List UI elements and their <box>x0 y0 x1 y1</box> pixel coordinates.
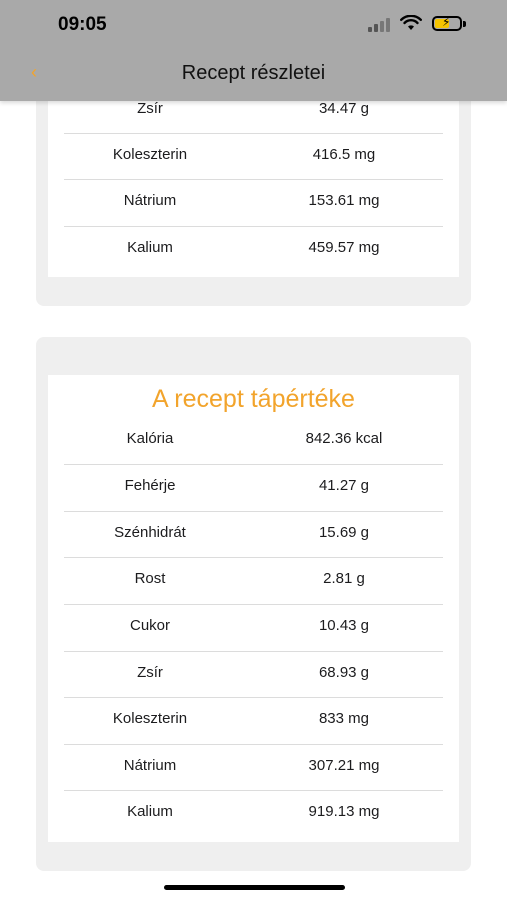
nutrient-row: Nátrium 307.21 mg <box>64 744 443 790</box>
nutrient-name: Zsír <box>137 664 163 681</box>
nutrient-value: 153.61 mg <box>308 192 380 209</box>
nutrient-row: Cukor 10.43 g <box>64 604 443 650</box>
wifi-icon <box>400 15 422 30</box>
nutrient-row: Nátrium 153.61 mg <box>64 179 443 225</box>
nutrient-value: 842.36 kcal <box>305 430 383 447</box>
nutrient-value: 15.69 g <box>318 524 370 541</box>
nutrient-value: 307.21 mg <box>308 757 380 774</box>
nutrient-row: Kalium 919.13 mg <box>64 790 443 836</box>
nutrient-name: Nátrium <box>123 192 177 209</box>
nutrient-name: Zsír <box>137 100 163 117</box>
nutrient-name: Nátrium <box>123 757 177 774</box>
nutrient-row: Koleszterin 833 mg <box>64 697 443 743</box>
nutrient-row: Rost 2.81 g <box>64 557 443 603</box>
nutrient-value: 68.93 g <box>318 664 370 681</box>
nutrient-value: 34.47 g <box>318 100 370 117</box>
nutrient-value: 459.57 mg <box>308 239 380 256</box>
nutrient-row: Kalória 842.36 kcal <box>64 417 443 463</box>
nutrient-value: 41.27 g <box>318 477 370 494</box>
home-indicator[interactable] <box>164 885 345 890</box>
nutrient-name: Cukor <box>129 617 170 634</box>
nutrient-value: 833 mg <box>318 710 370 727</box>
nutrient-value: 416.5 mg <box>312 146 376 163</box>
nutrient-name: Szénhidrát <box>114 524 186 541</box>
battery-icon: ⚡ <box>432 15 462 31</box>
nutrient-row: Koleszterin 416.5 mg <box>64 133 443 179</box>
nutrient-name: Koleszterin <box>112 146 188 163</box>
status-time: 09:05 <box>58 14 107 35</box>
recipe-nutrition-card: A recept tápértéke Kalória 842.36 kcal F… <box>36 337 471 871</box>
battery-cap <box>463 21 466 27</box>
nutrient-value: 2.81 g <box>323 570 365 587</box>
nutrient-value: 919.13 mg <box>308 803 380 820</box>
nutrient-name: Kalium <box>127 803 173 820</box>
nutrient-name: Koleszterin <box>112 710 188 727</box>
nutrient-value: 10.43 g <box>318 617 370 634</box>
nutrient-row: Zsír 68.93 g <box>64 651 443 697</box>
nutrient-name: Kalória <box>126 430 174 447</box>
nutrient-row: Kalium 459.57 mg <box>64 226 443 272</box>
recipe-nutrition-card-inner: A recept tápértéke Kalória 842.36 kcal F… <box>48 375 459 842</box>
nutrient-row: Fehérje 41.27 g <box>64 464 443 510</box>
section-title: A recept tápértéke <box>152 385 355 413</box>
nutrient-name: Rost <box>134 570 166 587</box>
nutrient-name: Kalium <box>127 239 173 256</box>
page-title: Recept részletei <box>181 62 326 84</box>
cellular-signal-icon <box>368 16 392 32</box>
nutrient-name: Fehérje <box>124 477 176 494</box>
app-header: 09:05 ⚡ ‹ Recept részletei <box>0 0 507 101</box>
nutrient-row: Szénhidrát 15.69 g <box>64 511 443 557</box>
